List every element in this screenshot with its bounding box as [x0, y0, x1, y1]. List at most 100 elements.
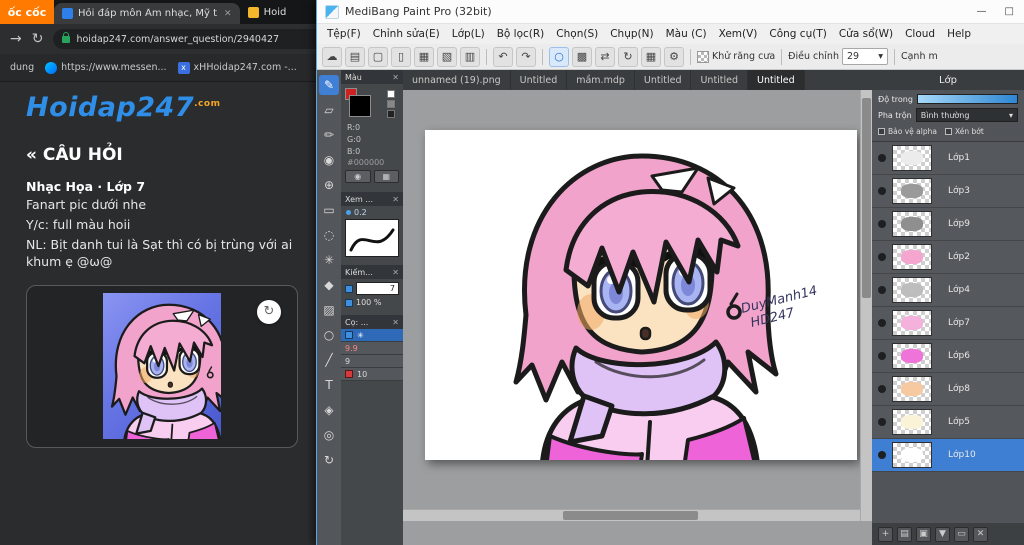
clear-layer-icon[interactable]: ▭ [954, 526, 969, 542]
menu-color[interactable]: Màu (C) [660, 28, 713, 40]
undo-icon[interactable]: ↶ [493, 46, 513, 67]
close-icon[interactable]: ✕ [392, 73, 399, 82]
layer-row[interactable]: Lớp7 [872, 307, 1024, 340]
layer-visibility-icon[interactable] [878, 319, 886, 327]
menu-filter[interactable]: Bộ lọc(R) [491, 28, 551, 40]
layer-visibility-icon[interactable] [878, 286, 886, 294]
checker-mode-icon[interactable]: ▩ [572, 46, 592, 67]
doc-tab-2[interactable]: Untitled [511, 70, 568, 90]
doc-tab-5[interactable]: Untitled [691, 70, 749, 90]
layer-row[interactable]: Lớp9 [872, 208, 1024, 241]
brush-tool[interactable]: ✎ [319, 75, 339, 95]
layer-row[interactable]: Lớp4 [872, 274, 1024, 307]
gear-icon[interactable]: ⚙ [664, 46, 684, 67]
menu-layer[interactable]: Lớp(L) [446, 28, 491, 40]
horizontal-scrollbar[interactable] [403, 509, 860, 521]
rotate-icon[interactable]: ↻ [618, 46, 638, 67]
text-tool[interactable]: T [319, 375, 339, 395]
zoom-tool[interactable]: ◎ [319, 425, 339, 445]
layer-visibility-icon[interactable] [878, 220, 886, 228]
panel-icon[interactable]: ▤ [345, 46, 365, 67]
lasso-tool[interactable]: ◌ [319, 225, 339, 245]
close-icon[interactable]: ✕ [392, 195, 399, 204]
magic-wand-tool[interactable]: ✳ [319, 250, 339, 270]
menu-capture[interactable]: Chụp(N) [604, 28, 659, 40]
url-bar[interactable]: hoidap247.com/answer_question/2940427 [53, 29, 330, 49]
reload-icon[interactable]: ↻ [32, 32, 44, 46]
select-circle-icon[interactable]: ○ [549, 46, 569, 67]
mini-palette[interactable] [387, 90, 395, 118]
bookmark-messenger[interactable]: https://www.messen... [45, 61, 167, 74]
duplicate-layer-icon[interactable]: ▣ [916, 526, 931, 542]
layer-row[interactable]: Lớp5 [872, 406, 1024, 439]
close-icon[interactable]: ✕ [392, 268, 399, 277]
grid-icon[interactable]: ▦ [641, 46, 661, 67]
menu-select[interactable]: Chọn(S) [550, 28, 604, 40]
maximize-button[interactable]: □ [1005, 6, 1014, 17]
brush-item[interactable]: 10 [341, 368, 403, 381]
blend-mode-dropdown[interactable]: Bình thường ▾ [915, 108, 1018, 122]
menu-tools[interactable]: Công cụ(T) [763, 28, 832, 40]
merge-layer-icon[interactable]: ▼ [935, 526, 950, 542]
clipping-checkbox[interactable]: Xén bớt [944, 127, 984, 136]
eyedropper-tool[interactable]: ◉ [319, 150, 339, 170]
open-icon[interactable]: ▧ [437, 46, 457, 67]
pen-tool[interactable]: ✏ [319, 125, 339, 145]
vertical-scrollbar-thumb[interactable] [862, 98, 871, 298]
vertical-scrollbar[interactable] [860, 90, 872, 521]
save-icon[interactable]: ▦ [414, 46, 434, 67]
antialias-icon[interactable] [697, 50, 709, 63]
brush-opacity-value[interactable]: 100 % [356, 298, 381, 307]
doc-tab-4[interactable]: Untitled [635, 70, 692, 90]
browser-tab-2[interactable]: Hoid [240, 0, 295, 24]
layer-visibility-icon[interactable] [878, 418, 886, 426]
select-rect-tool[interactable]: ▭ [319, 200, 339, 220]
add-layer-icon[interactable]: + [878, 526, 893, 542]
brush-item[interactable]: 9.9 [341, 342, 403, 355]
export-icon[interactable]: ▥ [460, 46, 480, 67]
delete-layer-icon[interactable]: ✕ [973, 526, 988, 542]
layer-row[interactable]: Lớp2 [872, 241, 1024, 274]
layer-row[interactable]: Lớp3 [872, 175, 1024, 208]
coccoc-logo[interactable]: ốc cốc [0, 0, 54, 24]
close-tab-icon[interactable]: ✕ [224, 9, 232, 19]
minimize-button[interactable]: — [977, 6, 987, 17]
menu-window[interactable]: Cửa sổ(W) [833, 28, 899, 40]
layer-row[interactable]: Lớp6 [872, 340, 1024, 373]
brush-item[interactable]: 9 [341, 355, 403, 368]
new-doc-icon[interactable]: ▯ [391, 46, 411, 67]
doc-tab-1[interactable]: unnamed (19).png [403, 70, 511, 90]
brush-size-input[interactable]: 7 [356, 282, 399, 295]
layer-visibility-icon[interactable] [878, 253, 886, 261]
title-bar[interactable]: MediBang Paint Pro (32bit) — □ [317, 0, 1024, 24]
site-logo[interactable]: Hoidap247.com [26, 92, 314, 123]
brush-item-selected[interactable]: ✳ [341, 329, 403, 342]
layer-visibility-icon[interactable] [878, 187, 886, 195]
redo-icon[interactable]: ↷ [516, 46, 536, 67]
chat-icon[interactable]: ▢ [368, 46, 388, 67]
bookmark-apps[interactable]: dung [10, 62, 34, 73]
eraser-tool[interactable]: ▱ [319, 100, 339, 120]
layer-visibility-icon[interactable] [878, 352, 886, 360]
alpha-protect-checkbox[interactable]: Bảo vệ alpha [878, 127, 937, 136]
bookmark-hoidap[interactable]: x xHHoidap247.com -... [177, 61, 297, 74]
cloud-icon[interactable]: ☁ [322, 46, 342, 67]
shape-tool[interactable]: ○ [319, 325, 339, 345]
line-tool[interactable]: ╱ [319, 350, 339, 370]
gradient-tool[interactable]: ▨ [319, 300, 339, 320]
doc-tab-3[interactable]: mầm.mdp [567, 70, 635, 90]
opacity-slider[interactable] [916, 94, 1018, 104]
move-tool[interactable]: ⊕ [319, 175, 339, 195]
image-refresh-icon[interactable]: ↻ [257, 299, 281, 324]
menu-file[interactable]: Tệp(F) [321, 28, 367, 40]
menu-view[interactable]: Xem(V) [713, 28, 764, 40]
forward-icon[interactable]: → [10, 32, 22, 46]
menu-help[interactable]: Help [941, 28, 977, 40]
eyedropper-button[interactable]: ◉ [345, 170, 371, 183]
layer-visibility-icon[interactable] [878, 385, 886, 393]
layer-visibility-icon[interactable] [878, 451, 886, 459]
doc-tab-6-active[interactable]: Untitled [748, 70, 805, 90]
rotate-view-tool[interactable]: ↻ [319, 450, 339, 470]
browser-tab-1[interactable]: Hỏi đáp môn Âm nhạc, Mỹ t ✕ [54, 3, 240, 24]
layer-row-selected[interactable]: Lớp10 [872, 439, 1024, 472]
